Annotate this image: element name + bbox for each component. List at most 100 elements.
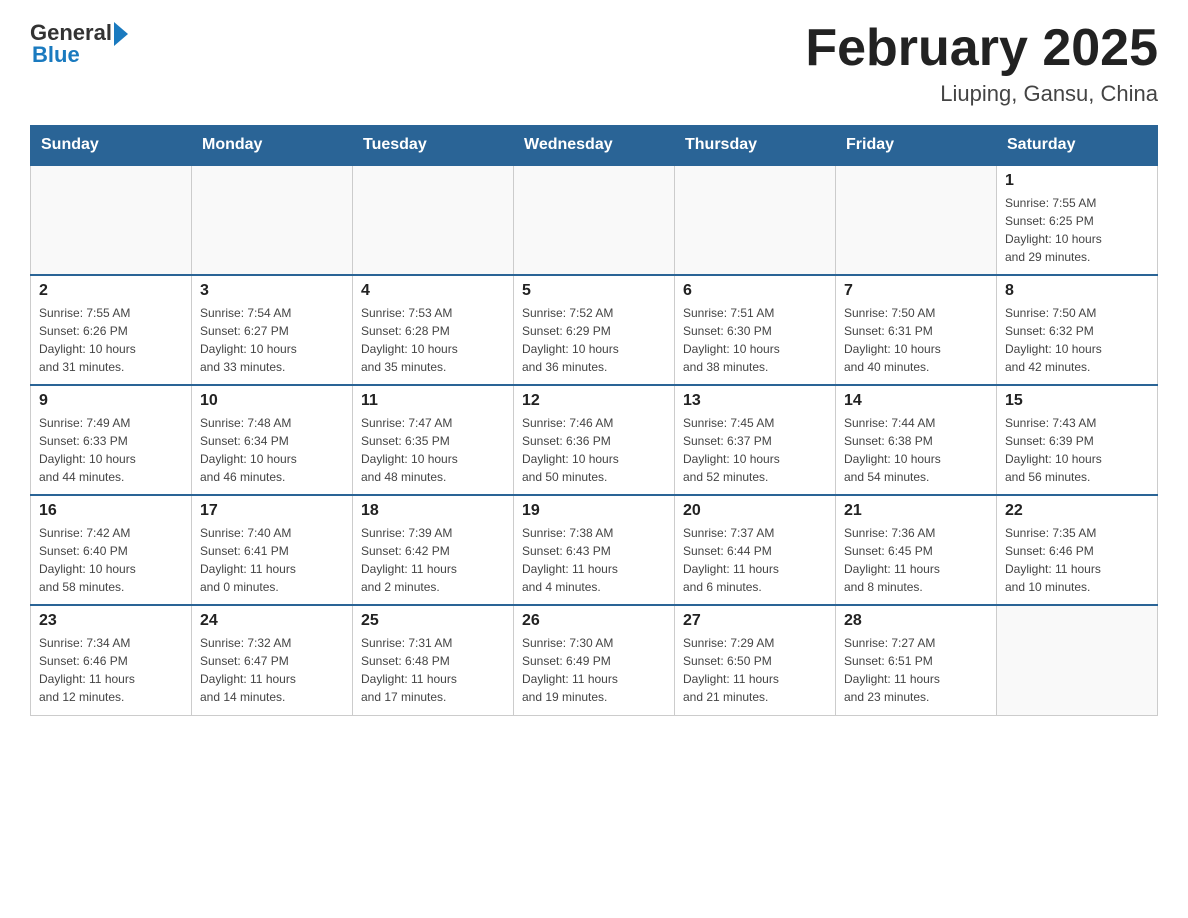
calendar-cell: 9 Sunrise: 7:49 AMSunset: 6:33 PMDaylight… [31,385,192,495]
calendar-cell: 12 Sunrise: 7:46 AMSunset: 6:36 PMDayligh… [514,385,675,495]
calendar-cell: 23Sunrise: 7:34 AMSunset: 6:46 PMDayligh… [31,605,192,715]
day-number: 17 [200,502,344,520]
day-number: 23 [39,612,183,630]
day-info: Sunrise: 7:50 AMSunset: 6:32 PMDaylight:… [1005,304,1149,376]
calendar-table: SundayMondayTuesdayWednesdayThursdayFrid… [30,125,1158,716]
day-number: 13 [683,392,827,410]
calendar-cell [997,605,1158,715]
calendar-cell: 11Sunrise: 7:47 AMSunset: 6:35 PMDayligh… [353,385,514,495]
calendar-cell: 28 Sunrise: 7:27 AMSunset: 6:51 PMDayligh… [836,605,997,715]
day-info: Sunrise: 7:55 AMSunset: 6:26 PMDaylight:… [39,304,183,376]
day-number: 1 [1005,172,1149,190]
calendar-cell: 18 Sunrise: 7:39 AMSunset: 6:42 PMDayligh… [353,495,514,605]
day-number: 5 [522,282,666,300]
day-number: 21 [844,502,988,520]
week-row-3: 9 Sunrise: 7:49 AMSunset: 6:33 PMDaylight… [31,385,1158,495]
day-info: Sunrise: 7:29 AMSunset: 6:50 PMDaylight:… [683,634,827,706]
day-number: 27 [683,612,827,630]
calendar-cell: 15Sunrise: 7:43 AMSunset: 6:39 PMDayligh… [997,385,1158,495]
calendar-cell: 16 Sunrise: 7:42 AMSunset: 6:40 PMDayligh… [31,495,192,605]
day-number: 8 [1005,282,1149,300]
day-number: 12 [522,392,666,410]
calendar-cell [192,165,353,275]
day-info: Sunrise: 7:42 AMSunset: 6:40 PMDaylight:… [39,524,183,596]
logo-blue-text: Blue [32,42,80,68]
day-info: Sunrise: 7:39 AMSunset: 6:42 PMDaylight:… [361,524,505,596]
day-number: 6 [683,282,827,300]
day-info: Sunrise: 7:36 AMSunset: 6:45 PMDaylight:… [844,524,988,596]
day-number: 7 [844,282,988,300]
week-row-5: 23Sunrise: 7:34 AMSunset: 6:46 PMDayligh… [31,605,1158,715]
calendar-cell: 3 Sunrise: 7:54 AMSunset: 6:27 PMDaylight… [192,275,353,385]
day-number: 18 [361,502,505,520]
weekday-header-sunday: Sunday [31,126,192,166]
day-number: 2 [39,282,183,300]
calendar-cell [31,165,192,275]
calendar-cell: 1 Sunrise: 7:55 AMSunset: 6:25 PMDaylight… [997,165,1158,275]
calendar-cell: 19Sunrise: 7:38 AMSunset: 6:43 PMDayligh… [514,495,675,605]
calendar-cell: 27 Sunrise: 7:29 AMSunset: 6:50 PMDayligh… [675,605,836,715]
calendar-cell: 5 Sunrise: 7:52 AMSunset: 6:29 PMDaylight… [514,275,675,385]
day-info: Sunrise: 7:27 AMSunset: 6:51 PMDaylight:… [844,634,988,706]
day-number: 14 [844,392,988,410]
calendar-cell: 26 Sunrise: 7:30 AMSunset: 6:49 PMDayligh… [514,605,675,715]
logo: General Blue [30,20,128,68]
weekday-header-thursday: Thursday [675,126,836,166]
weekday-header-saturday: Saturday [997,126,1158,166]
day-info: Sunrise: 7:46 AMSunset: 6:36 PMDaylight:… [522,414,666,486]
day-number: 19 [522,502,666,520]
day-info: Sunrise: 7:35 AMSunset: 6:46 PMDaylight:… [1005,524,1149,596]
day-info: Sunrise: 7:31 AMSunset: 6:48 PMDaylight:… [361,634,505,706]
calendar-cell [836,165,997,275]
page-header: General Blue February 2025 Liuping, Gans… [30,20,1158,107]
calendar-cell: 13 Sunrise: 7:45 AMSunset: 6:37 PMDayligh… [675,385,836,495]
week-row-4: 16 Sunrise: 7:42 AMSunset: 6:40 PMDayligh… [31,495,1158,605]
day-number: 9 [39,392,183,410]
day-info: Sunrise: 7:48 AMSunset: 6:34 PMDaylight:… [200,414,344,486]
calendar-cell: 17 Sunrise: 7:40 AMSunset: 6:41 PMDayligh… [192,495,353,605]
day-info: Sunrise: 7:51 AMSunset: 6:30 PMDaylight:… [683,304,827,376]
day-info: Sunrise: 7:55 AMSunset: 6:25 PMDaylight:… [1005,194,1149,266]
calendar-cell: 10 Sunrise: 7:48 AMSunset: 6:34 PMDayligh… [192,385,353,495]
day-number: 15 [1005,392,1149,410]
weekday-header-row: SundayMondayTuesdayWednesdayThursdayFrid… [31,126,1158,166]
calendar-cell: 6 Sunrise: 7:51 AMSunset: 6:30 PMDaylight… [675,275,836,385]
day-info: Sunrise: 7:50 AMSunset: 6:31 PMDaylight:… [844,304,988,376]
day-info: Sunrise: 7:32 AMSunset: 6:47 PMDaylight:… [200,634,344,706]
day-number: 4 [361,282,505,300]
day-info: Sunrise: 7:47 AMSunset: 6:35 PMDaylight:… [361,414,505,486]
weekday-header-tuesday: Tuesday [353,126,514,166]
day-number: 3 [200,282,344,300]
calendar-cell: 14 Sunrise: 7:44 AMSunset: 6:38 PMDayligh… [836,385,997,495]
weekday-header-friday: Friday [836,126,997,166]
title-block: February 2025 Liuping, Gansu, China [805,20,1158,107]
day-number: 10 [200,392,344,410]
day-number: 26 [522,612,666,630]
calendar-cell: 20Sunrise: 7:37 AMSunset: 6:44 PMDayligh… [675,495,836,605]
logo-arrow-icon [114,22,128,46]
day-info: Sunrise: 7:52 AMSunset: 6:29 PMDaylight:… [522,304,666,376]
calendar-cell: 21 Sunrise: 7:36 AMSunset: 6:45 PMDayligh… [836,495,997,605]
day-info: Sunrise: 7:40 AMSunset: 6:41 PMDaylight:… [200,524,344,596]
day-number: 28 [844,612,988,630]
day-number: 24 [200,612,344,630]
calendar-title: February 2025 [805,20,1158,77]
day-info: Sunrise: 7:44 AMSunset: 6:38 PMDaylight:… [844,414,988,486]
day-info: Sunrise: 7:30 AMSunset: 6:49 PMDaylight:… [522,634,666,706]
week-row-1: 1 Sunrise: 7:55 AMSunset: 6:25 PMDaylight… [31,165,1158,275]
calendar-cell: 4 Sunrise: 7:53 AMSunset: 6:28 PMDaylight… [353,275,514,385]
day-info: Sunrise: 7:45 AMSunset: 6:37 PMDaylight:… [683,414,827,486]
calendar-cell: 24 Sunrise: 7:32 AMSunset: 6:47 PMDayligh… [192,605,353,715]
day-info: Sunrise: 7:54 AMSunset: 6:27 PMDaylight:… [200,304,344,376]
day-info: Sunrise: 7:49 AMSunset: 6:33 PMDaylight:… [39,414,183,486]
calendar-cell [514,165,675,275]
calendar-location: Liuping, Gansu, China [805,81,1158,107]
day-number: 20 [683,502,827,520]
day-number: 22 [1005,502,1149,520]
weekday-header-monday: Monday [192,126,353,166]
day-number: 25 [361,612,505,630]
calendar-cell [675,165,836,275]
calendar-cell: 7 Sunrise: 7:50 AMSunset: 6:31 PMDaylight… [836,275,997,385]
day-number: 16 [39,502,183,520]
day-info: Sunrise: 7:53 AMSunset: 6:28 PMDaylight:… [361,304,505,376]
